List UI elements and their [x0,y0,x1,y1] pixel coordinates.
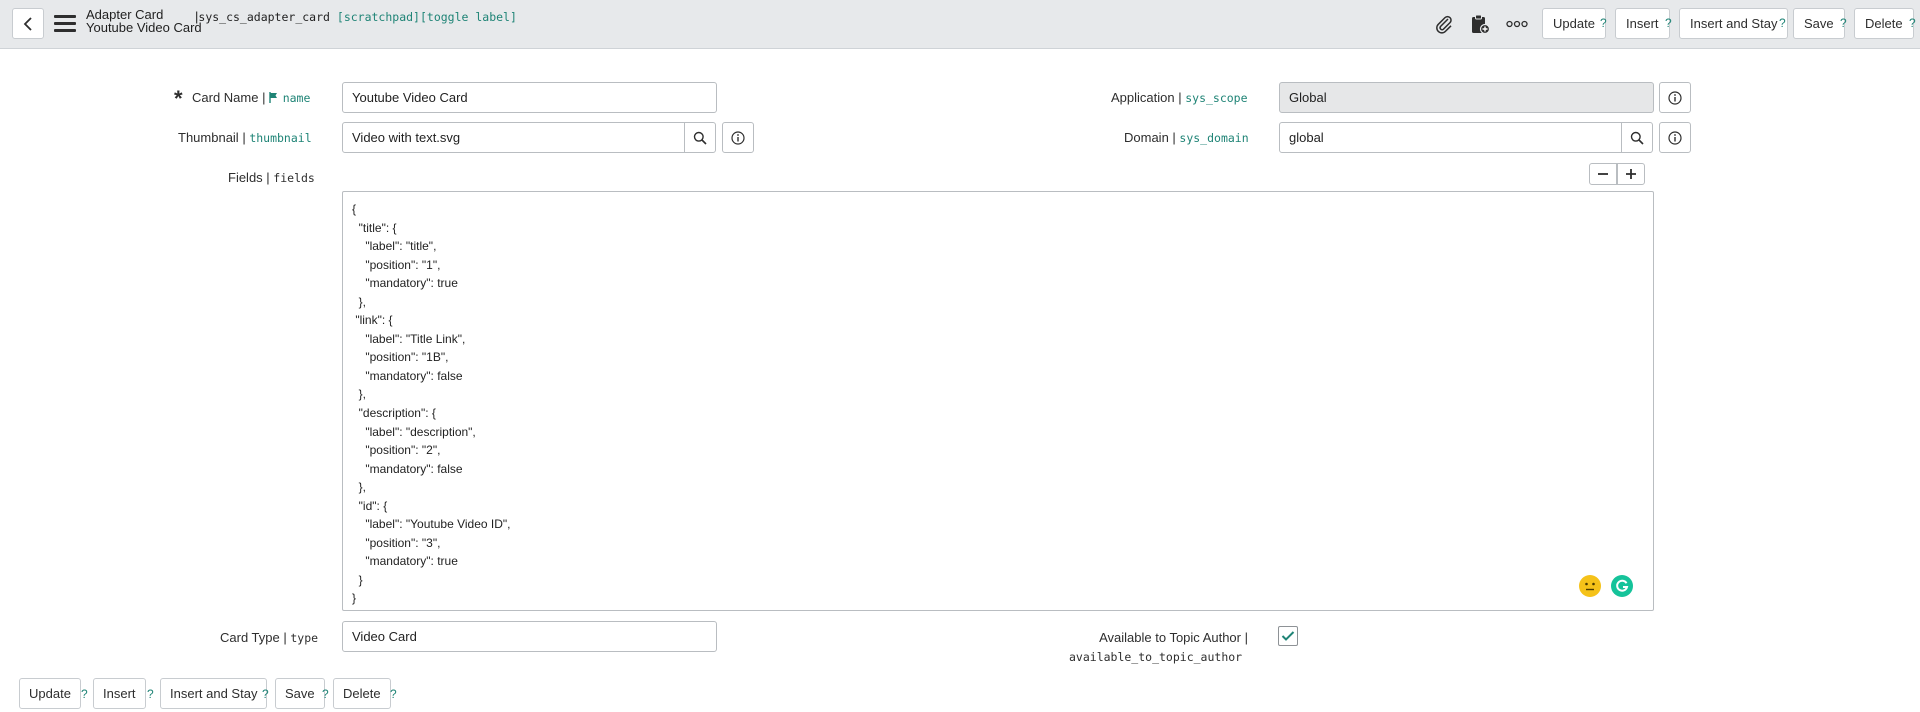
search-icon [1630,131,1644,145]
plus-icon [1626,169,1636,179]
chevron-left-icon [23,16,32,31]
info-icon [1668,130,1682,145]
thumbnail-label[interactable]: Thumbnail | thumbnail [178,130,312,145]
application-field: Global [1279,82,1654,113]
table-name-label: |sys_cs_adapter_card [scratchpad][toggle… [195,9,517,24]
insert-and-stay-button[interactable]: Insert and Stay [1679,8,1789,39]
paperclip-icon[interactable] [1433,13,1455,35]
card-type-label[interactable]: Card Type | type [220,630,318,645]
fields-textarea[interactable]: { "title": { "label": "title", "position… [342,191,1654,611]
thumbnail-lookup-button[interactable] [684,122,716,153]
footer-delete-button[interactable]: Delete [333,678,391,709]
mandatory-indicator: * [174,86,183,111]
code-line: "mandatory": false [352,461,463,476]
code-line: "label": "Title Link", [352,331,466,346]
code-line: "label": "title", [352,239,437,254]
insert-and-stay-help-icon[interactable]: ? [1779,16,1786,30]
code-line: "mandatory": true [352,554,458,569]
clipboard-add-icon[interactable] [1469,13,1491,35]
available-to-topic-author-label[interactable]: Available to Topic Author | [1070,630,1248,645]
insert-button[interactable]: Insert [1615,8,1670,39]
more-options-icon[interactable] [1506,13,1528,35]
flag-icon [269,92,278,103]
info-icon [1668,90,1682,105]
update-help-icon[interactable]: ? [1600,16,1607,30]
application-info-button[interactable] [1659,82,1691,113]
footer-save-help-icon[interactable]: ? [322,687,329,701]
update-button[interactable]: Update [1542,8,1606,39]
grammarly-icon[interactable] [1611,575,1633,597]
form-header: Adapter Card Youtube Video Card |sys_cs_… [0,0,1920,49]
footer-insert-help-icon[interactable]: ? [147,687,154,701]
card-name-label[interactable]: Card Name | name [192,90,310,105]
code-line: "mandatory": false [352,368,463,383]
back-button[interactable] [12,8,44,39]
footer-save-button[interactable]: Save [275,678,325,709]
checkmark-icon [1281,631,1295,641]
card-name-input[interactable]: Youtube Video Card [342,82,717,113]
form-title: Adapter Card Youtube Video Card [86,8,202,34]
available-to-topic-author-checkbox[interactable] [1278,626,1298,646]
code-line: }, [352,294,367,309]
footer-insert-button[interactable]: Insert [93,678,146,709]
code-line: } [352,591,357,606]
domain-input[interactable]: global [1279,122,1622,153]
code-line: "label": "description", [352,424,476,439]
code-line: "position": "1B", [352,350,449,365]
thumbnail-info-button[interactable] [722,122,754,153]
available-to-topic-author-field-name: available_to_topic_author [1069,650,1243,664]
delete-button[interactable]: Delete [1854,8,1914,39]
minus-icon [1598,173,1608,175]
code-line: "position": "3", [352,535,441,550]
insert-help-icon[interactable]: ? [1665,16,1672,30]
domain-lookup-button[interactable] [1621,122,1653,153]
footer-insert-and-stay-button[interactable]: Insert and Stay [160,678,268,709]
code-line: "description": { [352,406,436,421]
code-line: "position": "1", [352,257,441,272]
zoom-in-button[interactable] [1617,163,1645,185]
footer-insert-and-stay-help-icon[interactable]: ? [262,687,269,701]
card-type-input[interactable]: Video Card [342,621,717,652]
application-label[interactable]: Application | sys_scope [1111,90,1248,105]
save-button[interactable]: Save [1793,8,1845,39]
zoom-out-button[interactable] [1589,163,1617,185]
code-line: }, [352,387,367,402]
code-line: "title": { [352,220,397,235]
code-line: "position": "2", [352,443,441,458]
scratchpad-toggle-label[interactable]: [scratchpad][toggle label] [337,10,517,24]
emoji-icon[interactable] [1579,575,1601,597]
code-line: "mandatory": true [352,276,458,291]
code-line: }, [352,480,367,495]
info-icon [731,130,745,145]
record-display-name: Youtube Video Card [86,20,202,35]
fields-code: { "title": { "label": "title", "position… [352,200,1644,608]
footer-delete-help-icon[interactable]: ? [390,687,397,701]
delete-help-icon[interactable]: ? [1909,16,1916,30]
code-line: "id": { [352,498,388,513]
domain-info-button[interactable] [1659,122,1691,153]
save-help-icon[interactable]: ? [1840,16,1847,30]
code-line: { [352,202,357,216]
thumbnail-input[interactable]: Video with text.svg [342,122,685,153]
code-line: "link": { [352,313,393,328]
code-line: } [352,572,363,587]
domain-label[interactable]: Domain | sys_domain [1124,130,1249,145]
fields-label[interactable]: Fields | fields [228,170,315,185]
footer-update-help-icon[interactable]: ? [81,687,88,701]
footer-update-button[interactable]: Update [19,678,81,709]
code-line: "label": "Youtube Video ID", [352,517,511,532]
hamburger-menu-icon[interactable] [54,15,76,32]
search-icon [693,131,707,145]
